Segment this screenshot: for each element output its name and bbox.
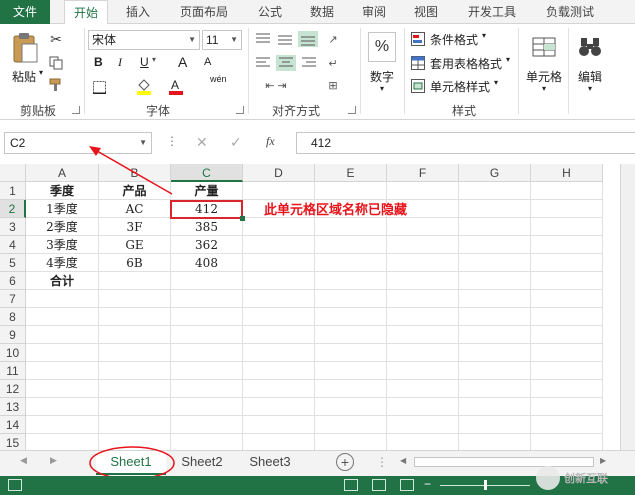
zoom-out-icon[interactable]: − — [424, 477, 431, 491]
macro-record-icon[interactable] — [8, 479, 22, 491]
watermark-logo-icon — [536, 466, 560, 490]
scroll-left-icon[interactable]: ◀ — [20, 455, 27, 466]
horizontal-scrollbar[interactable] — [414, 457, 594, 467]
annotation-arrow — [89, 146, 173, 195]
more-options-icon[interactable]: ⋮ — [376, 455, 388, 469]
watermark-text: 创新互联 — [564, 473, 608, 485]
normal-view-icon[interactable] — [344, 479, 358, 491]
annotation-text: 此单元格区域名称已隐藏 — [264, 203, 408, 218]
page-break-view-icon[interactable] — [400, 479, 414, 491]
sheet-tab-sheet3[interactable]: Sheet3 — [238, 451, 302, 475]
scroll-right-icon[interactable]: ▶ — [600, 456, 606, 465]
page-layout-view-icon[interactable] — [372, 479, 386, 491]
scroll-right-icon[interactable]: ▶ — [50, 455, 57, 466]
scroll-left-icon[interactable]: ◀ — [400, 456, 406, 465]
zoom-slider-thumb[interactable] — [484, 480, 487, 490]
sheet-tab-sheet2[interactable]: Sheet2 — [170, 451, 234, 475]
add-sheet-icon[interactable]: + — [336, 453, 354, 471]
